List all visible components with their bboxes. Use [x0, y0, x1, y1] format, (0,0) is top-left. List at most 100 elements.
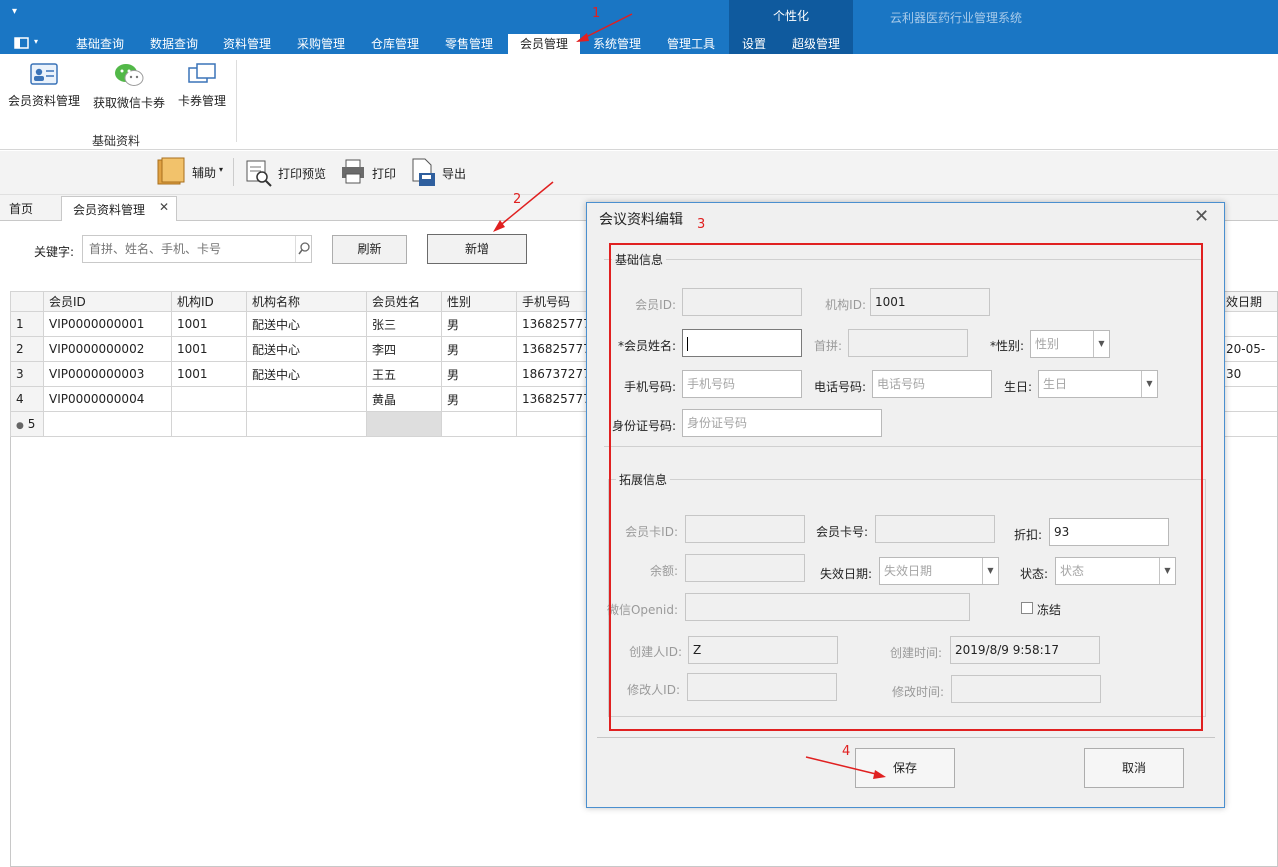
cell-member-name[interactable]: 李四	[366, 336, 442, 362]
member-profile-label: 会员资料管理	[7, 94, 80, 108]
print-preview-icon	[246, 160, 272, 187]
refresh-button[interactable]: 刷新	[332, 235, 407, 264]
tab-retail[interactable]: 零售管理	[435, 36, 503, 54]
cell-org-name[interactable]	[246, 386, 367, 412]
wechat-coupon-button[interactable]: 获取微信卡券	[88, 62, 170, 111]
cell-org-name[interactable]: 配送中心	[246, 311, 367, 337]
quick-access-dropdown-icon[interactable]: ▾	[12, 6, 17, 17]
cell-org-id[interactable]: 1001	[171, 336, 247, 362]
tab-data-query[interactable]: 数据查询	[140, 36, 208, 54]
new-cell[interactable]	[441, 411, 517, 437]
close-icon[interactable]: ✕	[1194, 206, 1209, 227]
grid-line	[1224, 436, 1277, 437]
new-cell[interactable]	[246, 411, 367, 437]
cell-member-name[interactable]: 王五	[366, 361, 442, 387]
panel-icon	[14, 37, 29, 49]
table-row[interactable]: 3 VIP0000000003 1001 配送中心 王五 男 186737277…	[10, 361, 600, 387]
cell-org-name[interactable]: 配送中心	[246, 336, 367, 362]
cell-org-id[interactable]	[171, 386, 247, 412]
cell-member-id[interactable]: VIP0000000001	[43, 311, 172, 337]
row-number: 3	[10, 361, 44, 387]
tab-warehouse[interactable]: 仓库管理	[361, 36, 429, 54]
tab-home[interactable]: 首页	[9, 200, 33, 217]
col-sex[interactable]: 性别	[441, 291, 517, 312]
folder-stack-icon	[157, 157, 185, 185]
grid-header-row: 会员ID 机构ID 机构名称 会员姓名 性别 手机号码	[10, 291, 600, 312]
cell-member-name[interactable]: 张三	[366, 311, 442, 337]
cell-member-id[interactable]: VIP0000000004	[43, 386, 172, 412]
new-row-number: ● 5	[10, 411, 44, 437]
member-profile-button[interactable]: 会员资料管理	[4, 62, 84, 109]
new-row[interactable]: ● 5	[10, 411, 600, 437]
keyword-input[interactable]	[83, 236, 295, 262]
coupon-management-button[interactable]: 卡券管理	[174, 62, 230, 109]
annotation-label-3: 3	[697, 217, 706, 232]
new-row-icon: ●	[16, 421, 24, 431]
tab-member-management[interactable]: 会员管理	[508, 34, 580, 54]
tab-data-management[interactable]: 资料管理	[213, 36, 281, 54]
cell-member-name[interactable]: 黄晶	[366, 386, 442, 412]
tab-member-profile[interactable]: 会员资料管理 ✕	[61, 196, 177, 221]
cancel-button[interactable]: 取消	[1084, 748, 1184, 788]
row-number: 4	[10, 386, 44, 412]
row-number: 2	[10, 336, 44, 362]
tab-system[interactable]: 系统管理	[583, 36, 651, 54]
cell-expire-partial[interactable]: 20-05-30	[1224, 337, 1277, 381]
table-row[interactable]: 4 VIP0000000004 黄晶 男 1368257773	[10, 386, 600, 412]
grid-line	[1224, 361, 1277, 362]
export-icon	[412, 158, 435, 186]
grid-line	[1224, 336, 1277, 337]
grid-line	[1224, 411, 1277, 412]
row-number: 1	[10, 311, 44, 337]
new-cell[interactable]	[43, 411, 172, 437]
table-row[interactable]: 2 VIP0000000002 1001 配送中心 李四 男 136825777…	[10, 336, 600, 362]
save-button[interactable]: 保存	[855, 748, 955, 788]
col-org-name[interactable]: 机构名称	[246, 291, 367, 312]
add-button[interactable]: 新增	[427, 234, 527, 264]
cell-org-id[interactable]: 1001	[171, 311, 247, 337]
cell-sex[interactable]: 男	[441, 311, 517, 337]
tab-settings[interactable]: 设置	[732, 36, 776, 54]
wechat-icon	[113, 62, 145, 88]
new-cell[interactable]	[171, 411, 247, 437]
assist-button[interactable]: 辅助 ▾	[156, 156, 228, 188]
annotation-label-1: 1	[592, 6, 601, 21]
col-org-id[interactable]: 机构ID	[171, 291, 247, 312]
assist-label: 辅助	[192, 166, 217, 180]
wechat-coupon-label: 获取微信卡券	[92, 96, 165, 110]
table-row[interactable]: 1 VIP0000000001 1001 配送中心 张三 男 136825777…	[10, 311, 600, 337]
search-icon[interactable]	[295, 236, 311, 262]
tab-super-admin[interactable]: 超级管理	[782, 36, 850, 54]
dialog-title: 会议资料编辑	[599, 212, 683, 228]
tab-tools[interactable]: 管理工具	[657, 36, 725, 54]
print-preview-button[interactable]: 打印预览	[245, 157, 329, 189]
cell-org-id[interactable]: 1001	[171, 361, 247, 387]
ribbon-group-separator	[236, 60, 237, 142]
annotation-label-4: 4	[842, 744, 851, 759]
cell-sex[interactable]: 男	[441, 361, 517, 387]
cell-member-id[interactable]: VIP0000000002	[43, 336, 172, 362]
col-member-name[interactable]: 会员姓名	[366, 291, 442, 312]
new-row-number-label: 5	[27, 417, 36, 431]
new-cell-focused[interactable]	[366, 411, 442, 437]
cell-sex[interactable]: 男	[441, 336, 517, 362]
row-number-header	[10, 291, 44, 312]
print-preview-label: 打印预览	[278, 167, 327, 181]
cell-member-id[interactable]: VIP0000000003	[43, 361, 172, 387]
tab-basic-query[interactable]: 基础查询	[65, 36, 135, 54]
print-button[interactable]: 打印	[340, 158, 398, 188]
dialog-footer-divider	[597, 737, 1215, 738]
close-tab-icon[interactable]: ✕	[159, 200, 169, 214]
cell-org-name[interactable]: 配送中心	[246, 361, 367, 387]
app-menu-button[interactable]: ▾	[14, 37, 44, 51]
tab-purchase[interactable]: 采购管理	[287, 36, 355, 54]
app-title: 云利器医药行业管理系统	[890, 11, 1023, 25]
cell-sex[interactable]: 男	[441, 386, 517, 412]
col-member-id[interactable]: 会员ID	[43, 291, 172, 312]
keyword-label: 关键字:	[34, 245, 75, 259]
keyword-input-box	[82, 235, 312, 263]
col-expire-partial[interactable]: 效日期	[1224, 292, 1277, 312]
annotation-label-2: 2	[513, 192, 522, 207]
personalization-label: 个性化	[772, 9, 809, 23]
export-button[interactable]: 导出	[410, 157, 470, 189]
